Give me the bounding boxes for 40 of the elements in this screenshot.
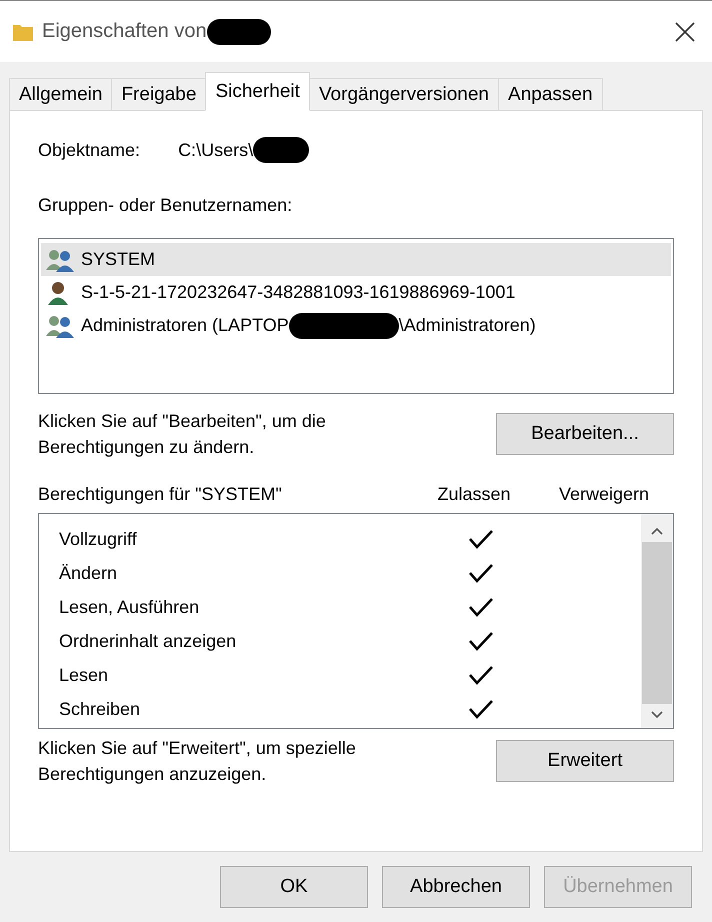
hint-text: Klicken Sie auf "Bearbeiten", um die Berechtigungen zu ändern.	[38, 410, 327, 459]
section-label: Berechtigungen für "SYSTEM"	[38, 484, 283, 505]
section-label: Gruppen- oder Benutzernamen:	[38, 195, 294, 216]
tab[interactable]: Anpassen	[498, 78, 603, 110]
user-name: S-1-5-21-1720232647-3482881093-1619886969-1001	[81, 282, 516, 303]
user-name: SYSTEM	[81, 249, 156, 270]
permission-row[interactable]: Lesen, Ausführen	[59, 590, 641, 624]
permission-name: Lesen	[59, 664, 110, 686]
advanced-button[interactable]: Erweitert	[496, 740, 674, 782]
permission-row[interactable]: Ordnerinhalt anzeigen	[59, 624, 641, 658]
permission-name: Lesen, Ausführen	[59, 596, 200, 618]
scrollbar[interactable]	[641, 514, 673, 728]
dialog-button[interactable]: OK	[220, 866, 368, 908]
scroll-up-icon[interactable]	[650, 526, 664, 536]
permission-row[interactable]: Vollzugriff	[59, 522, 641, 556]
users-icon	[45, 314, 75, 338]
permission-name: Vollzugriff	[59, 528, 138, 550]
hint-text: Klicken Sie auf "Erweitert", um spezielle Berechtigungen anzuzeigen.	[38, 737, 357, 786]
user-name: Administratoren (LAPTOP	[81, 315, 289, 336]
column-header: Verweigern	[558, 484, 650, 505]
permission-row[interactable]: Schreiben	[59, 692, 641, 726]
permission-row[interactable]: Ändern	[59, 556, 641, 590]
tab[interactable]: Sicherheit	[205, 72, 310, 111]
user-item[interactable]: S-1-5-21-1720232647-3482881093-1619886969-1001	[41, 276, 671, 309]
permission-name: Ordnerinhalt anzeigen	[59, 630, 238, 652]
user-name: \Administratoren)	[398, 315, 536, 336]
user-item[interactable]: Administratoren (LAPTOP \Administratoren)	[41, 309, 671, 342]
user-item[interactable]: SYSTEM	[41, 243, 671, 276]
object-path: C:\Users\	[178, 140, 254, 160]
permission-name: Ändern	[59, 562, 118, 584]
tab[interactable]: Allgemein	[9, 78, 112, 110]
field-label: Objektname:	[38, 140, 140, 160]
permission-name: Schreiben	[59, 698, 142, 720]
scroll-down-icon[interactable]	[650, 710, 664, 720]
users-icon	[45, 248, 75, 272]
dialog-button[interactable]: Abbrechen	[382, 866, 530, 908]
column-header: Zulassen	[437, 484, 511, 505]
window-title: Eigenschaften von	[42, 20, 207, 43]
edit-button[interactable]: Bearbeiten...	[496, 413, 674, 455]
permission-row[interactable]: Lesen	[59, 658, 641, 692]
